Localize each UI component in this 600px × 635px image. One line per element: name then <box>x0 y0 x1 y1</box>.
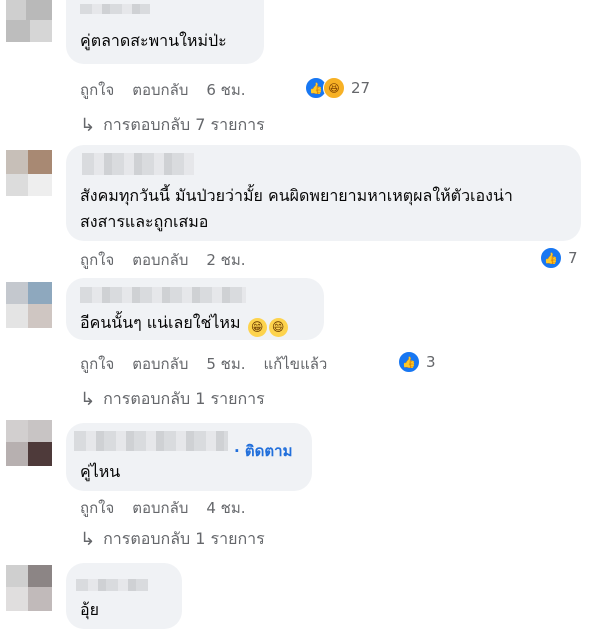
view-replies-link[interactable]: ↳ การตอบกลับ 1 รายการ <box>80 387 265 412</box>
reaction-count: 3 <box>426 353 436 371</box>
reply-button[interactable]: ตอบกลับ <box>132 248 188 272</box>
replies-label: การตอบกลับ 7 รายการ <box>103 115 265 134</box>
comment-text-body: อีคนนั้นๆ แน่เลยใช่ไหม <box>80 313 241 332</box>
comment-text: อุ้ย <box>80 600 99 619</box>
view-replies-link[interactable]: ↳ การตอบกลับ 7 รายการ <box>80 113 265 138</box>
comment-bubble: คู่ตลาดสะพานใหม่ป่ะ <box>66 0 264 64</box>
timestamp[interactable]: 6 ชม. <box>206 78 245 102</box>
reply-arrow-icon: ↳ <box>80 389 96 410</box>
reaction-count: 7 <box>568 249 578 267</box>
like-icon: 👍 <box>540 247 562 269</box>
grinning-emoji-icon: 😁 <box>247 318 267 337</box>
reactions[interactable]: 👍 😆 27 <box>305 77 370 99</box>
comment-bubble: สังคมทุกวันนี้ มันป่วยว่ามั้ย คนผิดพยายา… <box>66 145 581 241</box>
commenter-name-blurred[interactable] <box>80 287 246 303</box>
comment-text: คู่ไหน <box>80 462 121 481</box>
like-button[interactable]: ถูกใจ <box>80 78 114 102</box>
reply-arrow-icon: ↳ <box>80 529 96 550</box>
follow-button[interactable]: · ติดตาม <box>234 439 292 463</box>
reply-arrow-icon: ↳ <box>80 115 96 136</box>
comment-bubble: · ติดตาม คู่ไหน <box>66 423 312 491</box>
smiling-emoji-icon: 😄 <box>268 318 288 337</box>
commenter-name-blurred[interactable] <box>80 4 150 14</box>
reply-button[interactable]: ตอบกลับ <box>132 496 188 520</box>
comment-text-line-2: สงสารและถูกเสมอ <box>80 212 209 231</box>
comment-bubble: อีคนนั้นๆ แน่เลยใช่ไหม 😁 😄 <box>66 278 324 340</box>
like-button[interactable]: ถูกใจ <box>80 496 114 520</box>
reactions[interactable]: 👍 3 <box>398 351 436 373</box>
avatar[interactable] <box>6 0 52 42</box>
reactions[interactable]: 👍 7 <box>540 247 578 269</box>
like-button[interactable]: ถูกใจ <box>80 248 114 272</box>
replies-label: การตอบกลับ 1 รายการ <box>103 529 265 548</box>
commenter-name-blurred[interactable] <box>76 579 148 591</box>
like-button[interactable]: ถูกใจ <box>80 352 114 376</box>
avatar[interactable] <box>6 150 52 196</box>
timestamp[interactable]: 4 ชม. <box>206 496 245 520</box>
reply-button[interactable]: ตอบกลับ <box>132 352 188 376</box>
edited-label[interactable]: แก้ไขแล้ว <box>264 352 328 376</box>
comment-text-line-1: สังคมทุกวันนี้ มันป่วยว่ามั้ย คนผิดพยายา… <box>80 186 513 205</box>
comment-actions: ถูกใจ ตอบกลับ 6 ชม. <box>80 78 246 102</box>
replies-label: การตอบกลับ 1 รายการ <box>103 389 265 408</box>
reply-button[interactable]: ตอบกลับ <box>132 78 188 102</box>
commenter-name-blurred[interactable] <box>74 431 228 451</box>
timestamp[interactable]: 2 ชม. <box>206 248 245 272</box>
avatar[interactable] <box>6 420 52 466</box>
comment-text: อีคนนั้นๆ แน่เลยใช่ไหม 😁 😄 <box>80 308 288 337</box>
timestamp[interactable]: 5 ชม. <box>206 352 245 376</box>
view-replies-link[interactable]: ↳ การตอบกลับ 1 รายการ <box>80 527 265 552</box>
comment-actions: ถูกใจ ตอบกลับ 5 ชม. แก้ไขแล้ว <box>80 352 327 376</box>
reaction-count: 27 <box>351 79 371 97</box>
comment-actions: ถูกใจ ตอบกลับ 4 ชม. <box>80 496 246 520</box>
comment-actions: ถูกใจ ตอบกลับ 2 ชม. <box>80 248 246 272</box>
avatar[interactable] <box>6 282 52 328</box>
like-icon: 👍 <box>398 351 420 373</box>
avatar[interactable] <box>6 565 52 611</box>
comment-text: คู่ตลาดสะพานใหม่ป่ะ <box>80 31 227 50</box>
haha-icon: 😆 <box>323 77 345 99</box>
commenter-name-blurred[interactable] <box>82 153 194 175</box>
comment-bubble: อุ้ย <box>66 563 182 629</box>
